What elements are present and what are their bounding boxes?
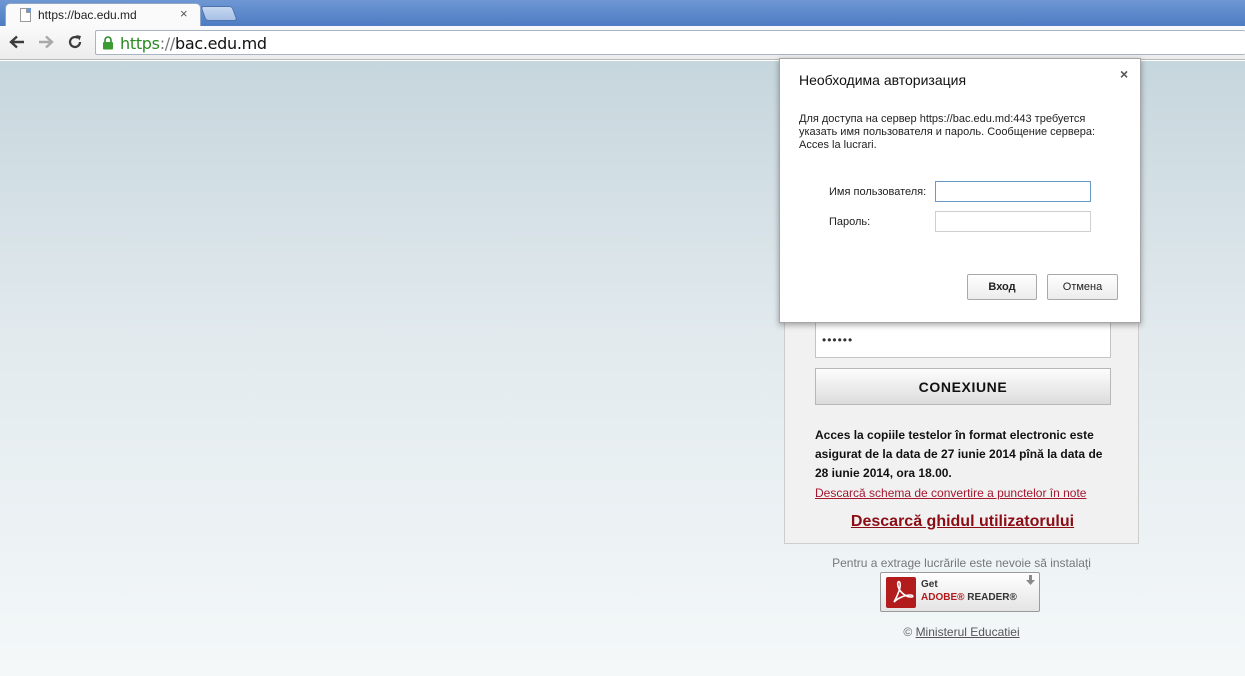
reload-button[interactable]: [64, 31, 86, 53]
dialog-password-input[interactable]: [935, 211, 1091, 232]
copyright-symbol: ©: [903, 625, 913, 639]
url-host: bac.edu.md: [174, 34, 267, 53]
forward-arrow-icon: [39, 35, 54, 49]
copyright: © Ministerul Educatiei: [784, 625, 1139, 639]
reload-icon: [68, 35, 82, 49]
password-label: Пароль:: [829, 216, 871, 228]
new-tab-button[interactable]: [200, 6, 238, 21]
adobe-brand: ADOBE®: [921, 592, 965, 603]
login-panel: •••••• CONEXIUNE Acces la copiile testel…: [784, 311, 1139, 544]
url-scheme: https: [120, 34, 160, 53]
adobe-reader-logo-icon: [886, 577, 916, 608]
dialog-close-icon[interactable]: ×: [1120, 66, 1128, 82]
adobe-product: READER®: [967, 592, 1017, 603]
cancel-button[interactable]: Отмена: [1047, 274, 1118, 300]
forward-button[interactable]: [35, 31, 57, 53]
authentication-dialog: Необходима авторизация × Для доступа на …: [779, 58, 1141, 323]
address-bar[interactable]: https://bac.edu.md: [95, 30, 1245, 55]
password-input[interactable]: ••••••: [815, 322, 1111, 358]
conexiune-button[interactable]: CONEXIUNE: [815, 368, 1111, 405]
adobe-reader-label: ADOBE® READER®: [921, 592, 1017, 603]
login-button[interactable]: Вход: [967, 274, 1037, 300]
browser-tab[interactable]: https://bac.edu.md ×: [5, 3, 201, 26]
browser-toolbar: https://bac.edu.md: [0, 26, 1245, 60]
schema-download-link[interactable]: Descarcă schema de convertire a punctelo…: [815, 486, 1086, 500]
access-info-text: Acces la copiile testelor în format elec…: [815, 428, 1103, 480]
lock-icon: [102, 36, 114, 53]
get-adobe-reader-button[interactable]: Get ADOBE® READER®: [880, 572, 1040, 612]
back-arrow-icon: [9, 35, 24, 49]
dialog-message: Для доступа на сервер https://bac.edu.md…: [799, 113, 1096, 151]
back-button[interactable]: [6, 31, 28, 53]
tab-strip: https://bac.edu.md ×: [0, 0, 1245, 26]
tab-close-icon[interactable]: ×: [180, 6, 188, 22]
username-input[interactable]: [935, 181, 1091, 202]
install-note: Pentru a extrage lucrările este nevoie s…: [832, 556, 1091, 570]
download-arrow-icon: [1026, 575, 1035, 589]
ministry-link[interactable]: Ministerul Educatiei: [916, 625, 1020, 639]
address-url: https://bac.edu.md: [120, 34, 267, 53]
adobe-get-label: Get: [921, 579, 938, 590]
username-label: Имя пользователя:: [829, 186, 927, 198]
tab-title: https://bac.edu.md: [38, 8, 137, 22]
dialog-title: Необходима авторизация: [799, 72, 967, 88]
page-icon: [20, 8, 31, 22]
user-guide-download-link[interactable]: Descarcă ghidul utilizatorului: [785, 513, 1140, 531]
url-separator: ://: [159, 34, 176, 53]
